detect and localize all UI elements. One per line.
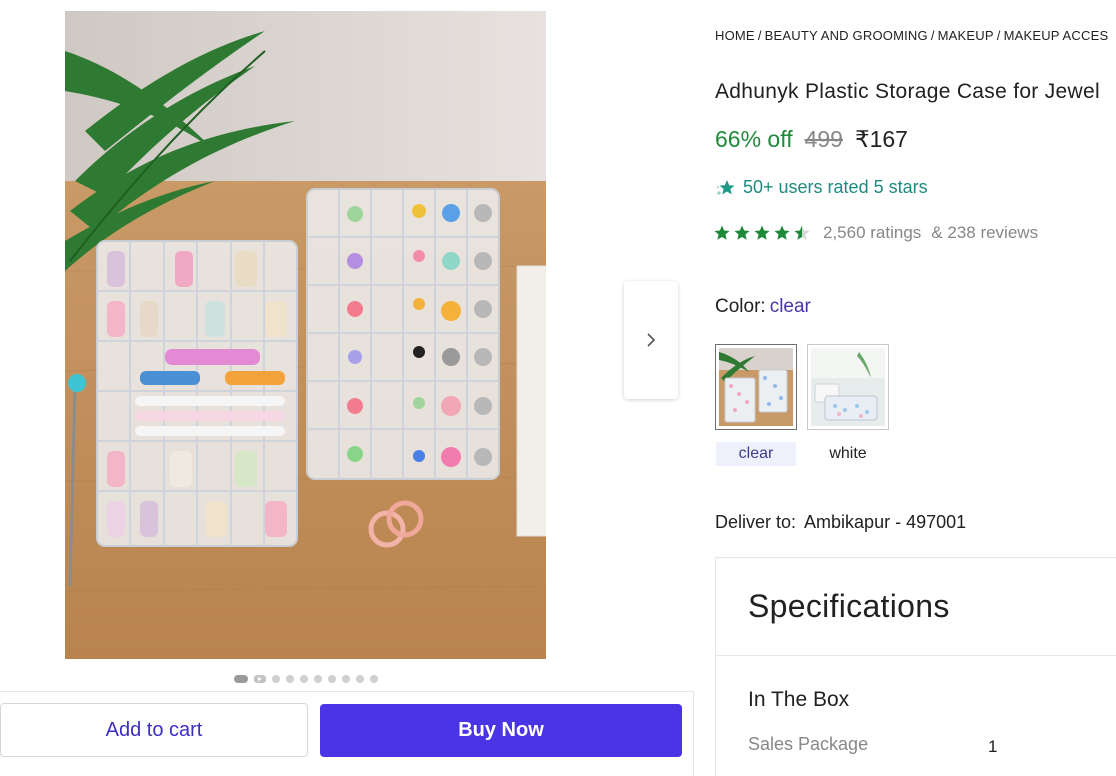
reviews-count: & 238 reviews xyxy=(931,223,1039,242)
pagination-dot[interactable] xyxy=(342,675,350,683)
color-option-clear-label[interactable]: clear xyxy=(716,442,796,466)
breadcrumb-beauty-and-grooming[interactable]: BEAUTY AND GROOMING xyxy=(765,28,928,43)
ratings-row[interactable]: 2,560 ratings & 238 reviews xyxy=(713,223,1038,243)
color-swatch-white[interactable] xyxy=(807,344,889,430)
pagination-dot[interactable] xyxy=(300,675,308,683)
deliver-to-label: Deliver to: xyxy=(715,512,797,532)
color-swatch-clear[interactable] xyxy=(715,344,797,430)
add-to-cart-button[interactable]: Add to cart xyxy=(0,703,308,757)
breadcrumb: HOME / BEAUTY AND GROOMING / MAKEUP / MAKEUP A… xyxy=(715,28,1108,43)
specifications-title: Specifications xyxy=(748,588,950,624)
pagination-dot[interactable] xyxy=(272,675,280,683)
users-rated-badge: 50+ users rated 5 stars xyxy=(715,177,928,198)
breadcrumb-separator: / xyxy=(996,28,1001,43)
pagination-dot-video[interactable] xyxy=(254,675,266,683)
price-row: 66% off 499 ₹167 xyxy=(715,126,908,153)
chevron-right-icon xyxy=(647,333,656,347)
swatch-thumbnail-white xyxy=(811,348,885,426)
product-photo-illustration xyxy=(65,11,546,659)
breadcrumb-separator: / xyxy=(930,28,935,43)
deliver-to-location: Ambikapur - 497001 xyxy=(804,512,967,532)
product-image[interactable] xyxy=(65,11,546,659)
star-rating xyxy=(713,224,811,242)
discount-percent: 66% off xyxy=(715,126,793,152)
original-price: 499 xyxy=(804,126,843,152)
users-rated-text: 50+ users rated 5 stars xyxy=(743,177,928,197)
pagination-dot[interactable] xyxy=(328,675,336,683)
selling-price: ₹167 xyxy=(854,126,908,152)
pagination-dot[interactable] xyxy=(286,675,294,683)
product-title: Adhunyk Plastic Storage Case for Jewel xyxy=(715,80,1100,103)
buy-now-button[interactable]: Buy Now xyxy=(320,704,682,757)
spec-key: Sales Package xyxy=(748,734,869,754)
color-selector-label: Color: clear xyxy=(715,296,811,318)
breadcrumb-makeup-accessories[interactable]: MAKEUP ACCES xyxy=(1004,28,1109,43)
buy-now-label: Buy Now xyxy=(458,719,544,741)
breadcrumb-separator: / xyxy=(757,28,762,43)
star-full-icon xyxy=(714,225,730,240)
swatch-thumbnail-clear xyxy=(719,348,793,426)
color-option-white-label[interactable]: white xyxy=(808,442,888,466)
pagination-dot[interactable] xyxy=(314,675,322,683)
pagination-dot[interactable] xyxy=(370,675,378,683)
spec-value: 1 xyxy=(988,737,998,756)
star-full-icon xyxy=(774,225,790,240)
star-half-icon xyxy=(794,225,810,240)
color-label: Color: xyxy=(715,296,766,317)
image-pagination xyxy=(234,674,378,684)
spec-section-title: In The Box xyxy=(748,688,850,711)
star-full-icon xyxy=(734,225,750,240)
add-to-cart-label: Add to cart xyxy=(105,718,203,741)
sparkle-star-icon xyxy=(717,179,735,195)
star-full-icon xyxy=(754,225,770,240)
divider xyxy=(716,655,1116,656)
breadcrumb-makeup[interactable]: MAKEUP xyxy=(938,28,994,43)
specifications-card: Specifications In The Box Sales Package … xyxy=(715,557,1116,776)
selected-color-value: clear xyxy=(769,296,811,317)
pagination-dot[interactable] xyxy=(234,675,248,683)
pagination-dot[interactable] xyxy=(356,675,364,683)
ratings-count: 2,560 ratings xyxy=(823,223,922,242)
next-image-button[interactable] xyxy=(624,281,678,399)
breadcrumb-home[interactable]: HOME xyxy=(715,28,755,43)
delivery-location[interactable]: Deliver to: Ambikapur - 497001 xyxy=(715,512,966,533)
